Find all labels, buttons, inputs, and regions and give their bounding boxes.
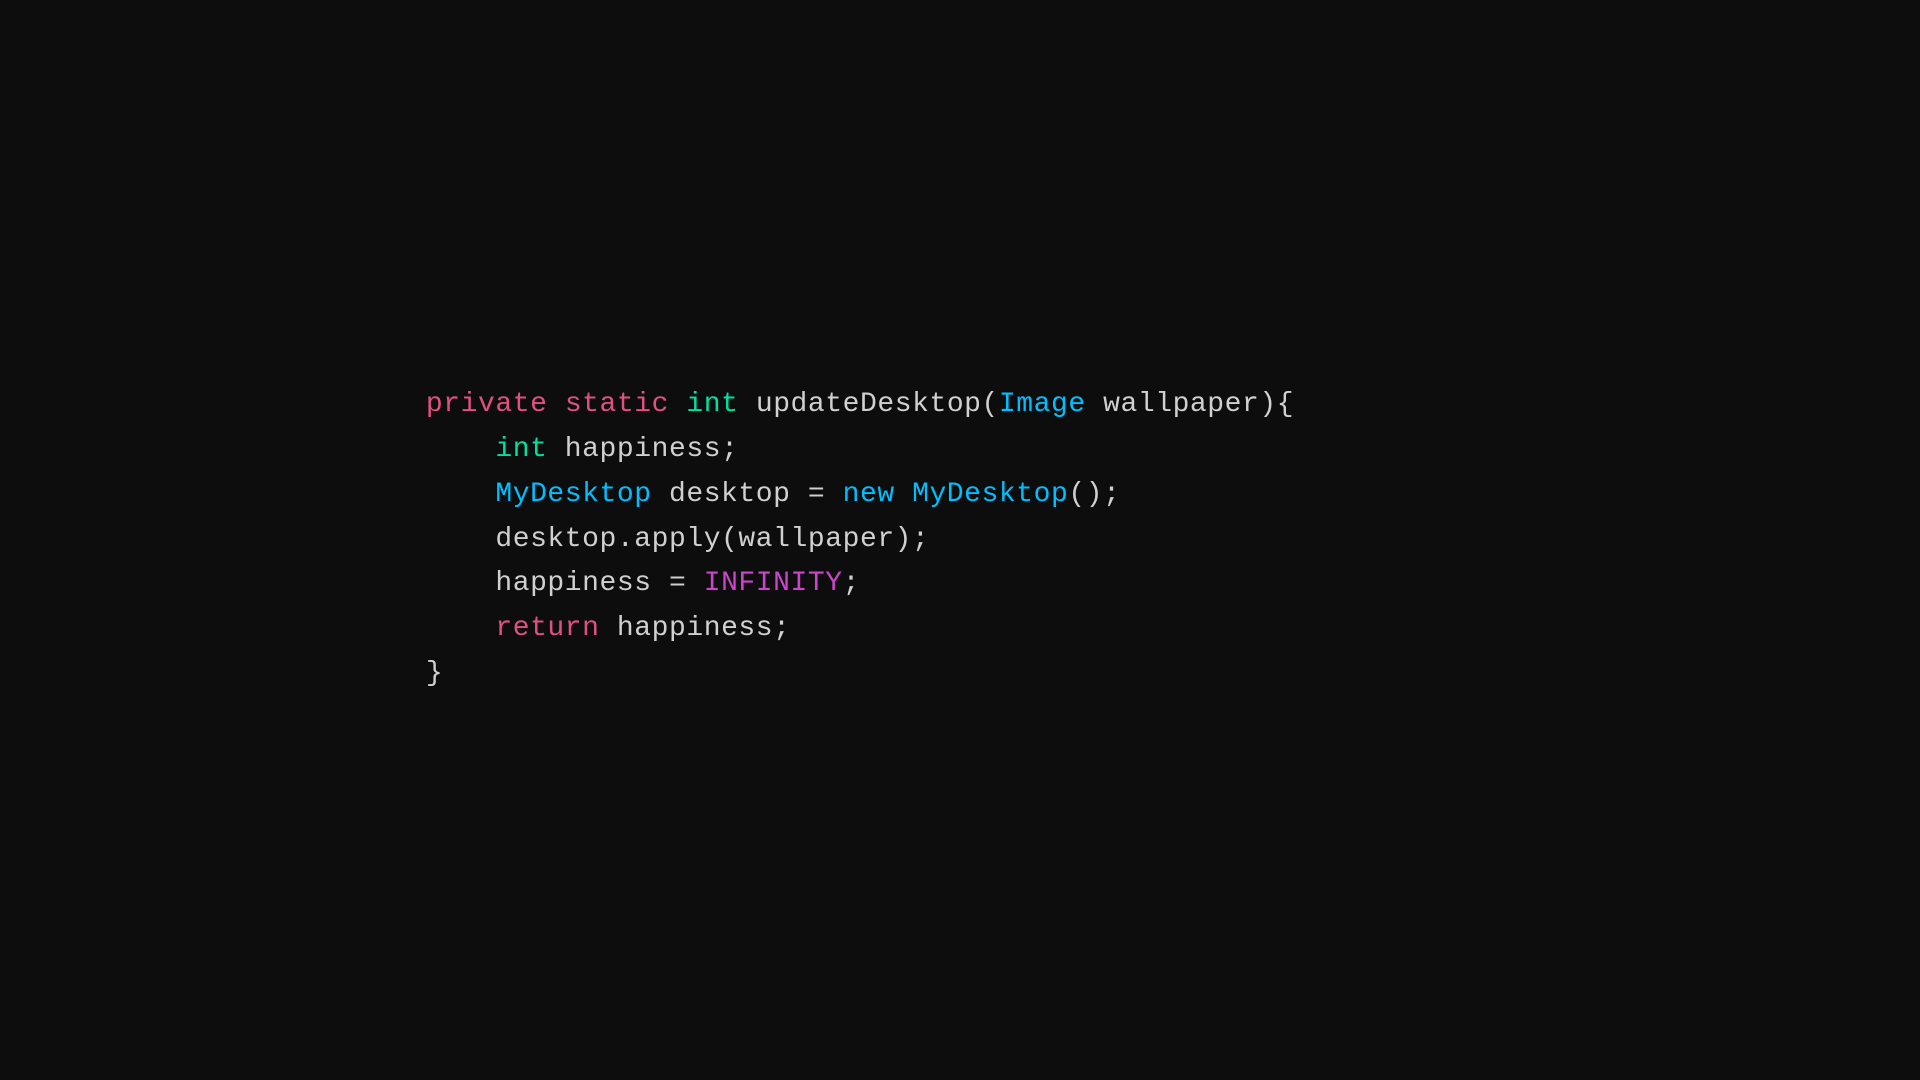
const-infinity: INFINITY	[704, 568, 843, 599]
var-happiness-decl: happiness;	[547, 434, 738, 465]
indent	[426, 434, 495, 465]
keyword-new: new	[843, 479, 895, 510]
code-line-1: private static int updateDesktop(Image w…	[426, 383, 1294, 428]
class-mydesktop-type: MyDesktop	[495, 479, 651, 510]
code-line-5: happiness = INFINITY;	[426, 562, 1294, 607]
indent	[426, 524, 495, 555]
keyword-private: private	[426, 389, 548, 420]
code-line-3: MyDesktop desktop = new MyDesktop();	[426, 473, 1294, 518]
code-block: private static int updateDesktop(Image w…	[426, 383, 1294, 697]
code-line-6: return happiness;	[426, 607, 1294, 652]
closing-brace: }	[426, 658, 443, 689]
keyword-int-var: int	[495, 434, 547, 465]
return-value: happiness;	[600, 613, 791, 644]
indent	[426, 613, 495, 644]
param-wallpaper: wallpaper){	[1086, 389, 1294, 420]
var-desktop-assign: desktop =	[652, 479, 843, 510]
happiness-assign: happiness =	[495, 568, 703, 599]
indent	[426, 568, 495, 599]
keyword-return: return	[495, 613, 599, 644]
keyword-int-return: int	[686, 389, 738, 420]
keyword-static: static	[565, 389, 669, 420]
class-mydesktop-constructor: MyDesktop	[912, 479, 1068, 510]
method-name: updateDesktop(	[738, 389, 998, 420]
code-line-4: desktop.apply(wallpaper);	[426, 518, 1294, 563]
code-line-2: int happiness;	[426, 428, 1294, 473]
semicolon: ;	[843, 568, 860, 599]
indent	[426, 479, 495, 510]
space	[895, 479, 912, 510]
class-image: Image	[999, 389, 1086, 420]
code-line-7: }	[426, 652, 1294, 697]
space	[547, 389, 564, 420]
method-call-apply: desktop.apply(wallpaper);	[495, 524, 929, 555]
constructor-call: ();	[1068, 479, 1120, 510]
space	[669, 389, 686, 420]
